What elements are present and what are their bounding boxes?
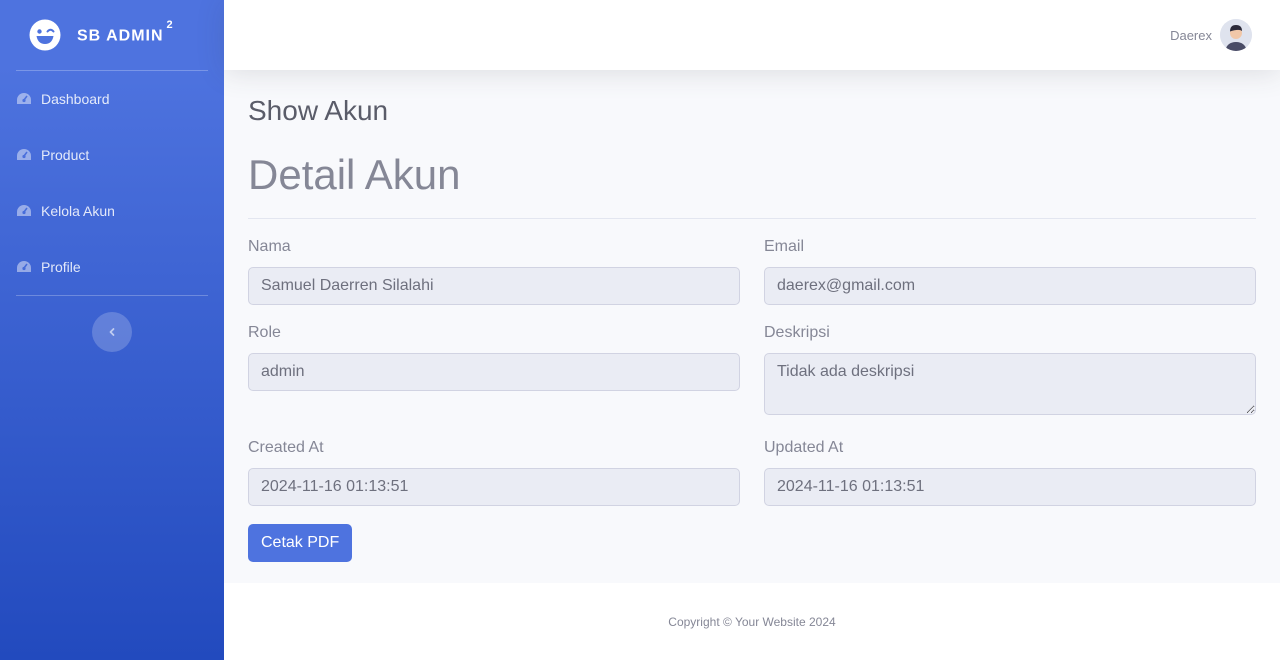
field-group-updated-at: Updated At xyxy=(764,438,1256,506)
created-at-field[interactable] xyxy=(248,468,740,506)
field-group-email: Email xyxy=(764,237,1256,305)
sidebar-item-label: Profile xyxy=(41,259,81,275)
sidebar-item-product[interactable]: Product xyxy=(0,127,224,183)
updated-at-label: Updated At xyxy=(764,439,844,456)
footer: Copyright © Your Website 2024 xyxy=(224,583,1280,660)
heading-divider xyxy=(248,218,1256,219)
sidebar-item-dashboard[interactable]: Dashboard xyxy=(0,71,224,127)
field-group-nama: Nama xyxy=(248,237,740,305)
account-detail-form: Nama Email Role Deskripsi Tidak ada desk… xyxy=(248,237,1256,524)
sidebar-toggle-button[interactable] xyxy=(92,312,132,352)
sidebar-item-profile[interactable]: Profile xyxy=(0,239,224,295)
main-content: Show Akun Detail Akun Nama Email Role De… xyxy=(248,70,1256,562)
copyright-text: Copyright © Your Website 2024 xyxy=(668,614,836,629)
created-at-label: Created At xyxy=(248,439,324,456)
field-group-role: Role xyxy=(248,323,740,420)
section-heading: Detail Akun xyxy=(248,151,461,198)
tachometer-icon xyxy=(17,205,31,216)
sidebar-item-label: Kelola Akun xyxy=(41,203,115,219)
sidebar-item-label: Product xyxy=(41,147,90,163)
updated-at-field[interactable] xyxy=(764,468,1256,506)
sidebar-item-label: Dashboard xyxy=(41,91,110,107)
tachometer-icon xyxy=(17,93,31,104)
field-group-created-at: Created At xyxy=(248,438,740,506)
tachometer-icon xyxy=(17,261,31,272)
role-label: Role xyxy=(248,324,281,341)
nama-label: Nama xyxy=(248,238,291,255)
print-pdf-button[interactable]: Cetak PDF xyxy=(248,524,353,562)
tachometer-icon xyxy=(17,149,31,160)
laugh-wink-icon xyxy=(29,19,61,51)
sidebar-brand[interactable]: SB Admin2 xyxy=(0,0,224,70)
page-title: Show Akun xyxy=(248,95,389,126)
sidebar: SB Admin2 Dashboard Product Kelola Akun xyxy=(0,0,224,660)
user-name[interactable]: Daerex xyxy=(1170,28,1212,43)
sidebar-item-kelola-akun[interactable]: Kelola Akun xyxy=(0,183,224,239)
deskripsi-label: Deskripsi xyxy=(764,324,830,341)
role-field[interactable] xyxy=(248,353,740,391)
sidebar-divider xyxy=(16,295,208,296)
field-group-deskripsi: Deskripsi Tidak ada deskripsi xyxy=(764,323,1256,420)
chevron-left-icon xyxy=(109,328,115,336)
deskripsi-field[interactable]: Tidak ada deskripsi xyxy=(764,353,1256,415)
nama-field[interactable] xyxy=(248,267,740,305)
email-field[interactable] xyxy=(764,267,1256,305)
sidebar-toggle-wrap xyxy=(0,312,224,352)
user-avatar-icon xyxy=(1220,19,1252,51)
email-label: Email xyxy=(764,238,805,255)
brand-name: SB Admin2 xyxy=(77,18,174,45)
topbar: Daerex xyxy=(224,0,1280,70)
user-avatar[interactable] xyxy=(1220,19,1252,51)
